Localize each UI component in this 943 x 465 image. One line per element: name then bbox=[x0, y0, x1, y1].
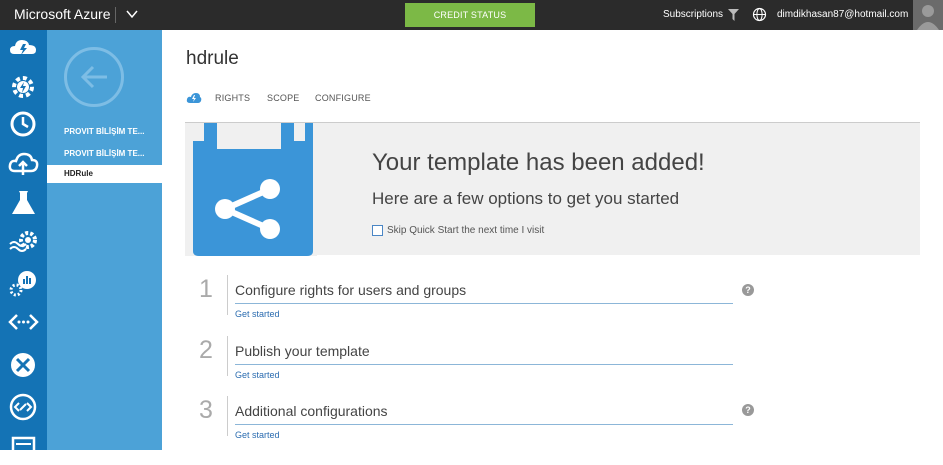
subnav-item-hdrule[interactable]: HDRule bbox=[47, 165, 162, 183]
step-divider bbox=[227, 336, 228, 376]
gear-waves-icon[interactable] bbox=[7, 226, 40, 259]
user-silhouette-icon bbox=[917, 5, 939, 30]
template-share-icon bbox=[185, 123, 317, 256]
step-underline bbox=[235, 424, 733, 425]
step-number: 3 bbox=[199, 396, 213, 424]
user-email[interactable]: dimdikhasan87@hotmail.com bbox=[777, 9, 908, 20]
get-started-link[interactable]: Get started bbox=[235, 309, 280, 319]
page-title: hdrule bbox=[186, 48, 239, 69]
main-content: hdrule RIGHTS SCOPE CONFIGURE Your templ… bbox=[162, 30, 943, 450]
quick-start-banner: Your template has been added! Here are a… bbox=[185, 122, 920, 256]
chevron-down-icon[interactable] bbox=[124, 6, 140, 22]
list-icon[interactable] bbox=[7, 432, 40, 465]
quick-start-step: 1 Configure rights for users and groups … bbox=[199, 275, 759, 325]
step-title[interactable]: Configure rights for users and groups bbox=[235, 282, 466, 298]
tab-scope[interactable]: SCOPE bbox=[267, 93, 300, 103]
avatar[interactable] bbox=[913, 0, 943, 30]
globe-icon[interactable] bbox=[752, 7, 767, 22]
subnav-item-provit-1[interactable]: PROVIT BİLİŞİM TE... bbox=[47, 123, 162, 141]
brand-divider bbox=[115, 7, 116, 23]
subscriptions-link[interactable]: Subscriptions bbox=[663, 9, 723, 20]
tab-rights[interactable]: RIGHTS bbox=[215, 93, 250, 103]
step-title[interactable]: Additional configurations bbox=[235, 403, 388, 419]
quick-start-step: 3 Additional configurations Get started bbox=[199, 396, 759, 446]
step-underline bbox=[235, 303, 733, 304]
filter-icon[interactable] bbox=[728, 9, 739, 21]
cloud-services-icon[interactable] bbox=[7, 32, 40, 65]
clock-icon[interactable] bbox=[7, 108, 40, 141]
credit-status-button[interactable]: CREDIT STATUS bbox=[405, 3, 535, 27]
skip-quick-start-label[interactable]: Skip Quick Start the next time I visit bbox=[387, 225, 544, 236]
back-button[interactable] bbox=[64, 47, 124, 107]
get-started-link[interactable]: Get started bbox=[235, 370, 280, 380]
step-title[interactable]: Publish your template bbox=[235, 343, 370, 359]
help-icon[interactable]: ? bbox=[742, 404, 754, 416]
arrows-icon[interactable] bbox=[7, 390, 40, 423]
get-started-link[interactable]: Get started bbox=[235, 430, 280, 440]
step-number: 1 bbox=[199, 275, 213, 303]
step-underline bbox=[235, 364, 733, 365]
step-divider bbox=[227, 275, 228, 315]
quick-start-cloud-icon[interactable] bbox=[186, 92, 202, 104]
help-icon[interactable]: ? bbox=[742, 284, 754, 296]
step-number: 2 bbox=[199, 336, 213, 364]
skip-quick-start-checkbox[interactable] bbox=[372, 225, 383, 236]
subnav-item-provit-2[interactable]: PROVIT BİLİŞİM TE... bbox=[47, 145, 162, 163]
tools-icon[interactable] bbox=[7, 348, 40, 381]
banner-subheading: Here are a few options to get you starte… bbox=[372, 189, 680, 208]
flask-icon[interactable] bbox=[7, 186, 40, 219]
code-brackets-icon[interactable] bbox=[7, 306, 40, 339]
arrow-left-icon bbox=[80, 65, 107, 89]
quick-start-step: 2 Publish your template Get started bbox=[199, 336, 759, 386]
step-divider bbox=[227, 396, 228, 436]
chart-gear-icon[interactable] bbox=[7, 266, 40, 299]
banner-heading: Your template has been added! bbox=[372, 149, 705, 176]
top-bar: Microsoft Azure CREDIT STATUS Subscripti… bbox=[0, 0, 943, 30]
sub-navigation: PROVIT BİLİŞİM TE... PROVIT BİLİŞİM TE..… bbox=[47, 30, 162, 450]
brand-name[interactable]: Microsoft Azure bbox=[14, 6, 110, 22]
service-rail bbox=[0, 30, 47, 460]
gear-lightning-icon[interactable] bbox=[7, 70, 40, 103]
tab-configure[interactable]: CONFIGURE bbox=[315, 93, 371, 103]
cloud-upload-icon[interactable] bbox=[7, 147, 40, 180]
